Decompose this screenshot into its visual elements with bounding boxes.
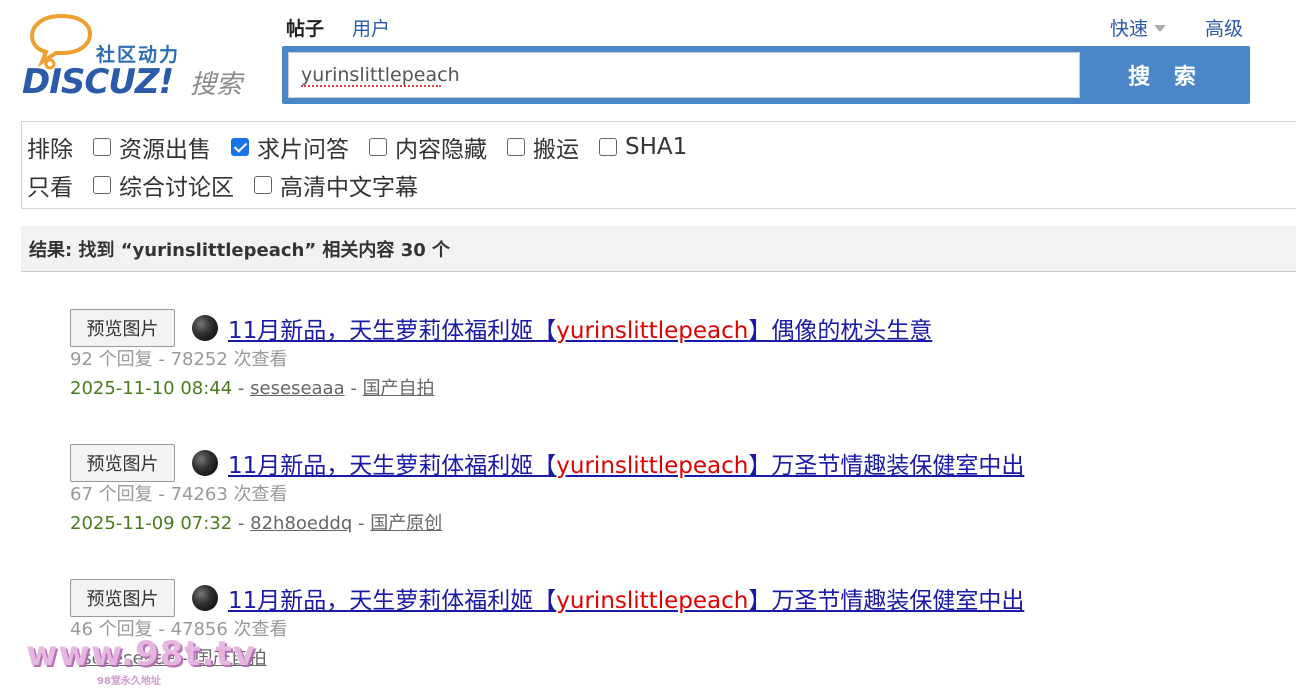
exclude-option-sha1[interactable]: SHA1 xyxy=(599,134,687,160)
title-text: 】万圣节情趣装保健室中出 xyxy=(748,453,1025,479)
keyword-highlight: yurinslittlepeach xyxy=(556,453,749,479)
chevron-down-icon xyxy=(1154,25,1167,32)
advanced-search-link[interactable]: 高级 xyxy=(1205,14,1243,41)
exclude-option-request-qa[interactable]: 求片问答 xyxy=(231,130,349,164)
quick-dropdown[interactable]: 快速 xyxy=(1110,14,1167,41)
tab-posts[interactable]: 帖子 xyxy=(286,14,324,41)
forum-link[interactable]: 国产原创 xyxy=(370,513,442,534)
checkbox[interactable] xyxy=(507,138,525,156)
result-meta: 2025-11-09 07:32 - 82h8oeddq - 国产原创 xyxy=(70,509,442,535)
option-label: 高清中文字幕 xyxy=(280,175,418,201)
checkbox[interactable] xyxy=(93,176,111,194)
title-text: 】偶像的枕头生意 xyxy=(748,318,933,344)
header: 社区动力 DISCUZ! 搜索 帖子 用户 快速 高级 搜 索 xyxy=(0,0,1296,112)
separator: - xyxy=(232,378,251,399)
only-option-general-discussion[interactable]: 综合讨论区 xyxy=(93,168,234,202)
option-label: 搬运 xyxy=(533,137,579,163)
result-title[interactable]: 11月新品，天生萝莉体福利姬【yurinslittlepeach】偶像的枕头生意 xyxy=(192,311,932,345)
only-label: 只看 xyxy=(27,175,73,201)
search-box: 搜 索 xyxy=(282,46,1250,104)
title-text: 11月新品，天生萝莉体福利姬【 xyxy=(228,318,557,344)
checkbox[interactable] xyxy=(369,138,387,156)
result-title-link[interactable]: 11月新品，天生萝莉体福利姬【yurinslittlepeach】偶像的枕头生意 xyxy=(228,311,932,345)
option-label: 内容隐藏 xyxy=(395,137,487,163)
title-text: 】万圣节情趣装保健室中出 xyxy=(748,588,1025,614)
author-link[interactable]: seseseaaa xyxy=(250,378,344,399)
exclude-option-repost[interactable]: 搬运 xyxy=(507,130,579,164)
result-title-link[interactable]: 11月新品，天生萝莉体福利姬【yurinslittlepeach】万圣节情趣装保… xyxy=(228,581,1024,615)
result-meta: 2025-11-10 08:44 - seseseaaa - 国产自拍 xyxy=(70,374,435,400)
checkbox[interactable] xyxy=(599,138,617,156)
post-date: 2025-11-09 07:32 xyxy=(70,513,233,534)
checkbox-checked[interactable] xyxy=(231,138,249,156)
result-stats: 67 个回复 - 74263 次查看 xyxy=(70,484,288,505)
option-label: 求片问答 xyxy=(257,137,349,163)
site-watermark: www.98t.tv xyxy=(26,634,256,674)
tab-users[interactable]: 用户 xyxy=(352,14,390,41)
keyword-highlight: yurinslittlepeach xyxy=(556,318,749,344)
search-button[interactable]: 搜 索 xyxy=(1085,49,1247,101)
filter-panel: 排除 资源出售 求片问答 内容隐藏 搬运 SHA1 只看 综合讨论区 高清中文字… xyxy=(21,121,1296,209)
search-input[interactable] xyxy=(288,52,1080,98)
thread-ball-icon xyxy=(192,450,218,476)
preview-image-button[interactable]: 预览图片 xyxy=(70,309,175,347)
logo-brand: DISCUZ! xyxy=(22,62,174,102)
preview-image-button[interactable]: 预览图片 xyxy=(70,444,175,482)
only-row: 只看 综合讨论区 高清中文字幕 xyxy=(27,166,1296,204)
option-label: SHA1 xyxy=(625,134,688,160)
thread-ball-icon xyxy=(192,585,218,611)
checkbox[interactable] xyxy=(93,138,111,156)
result-title[interactable]: 11月新品，天生萝莉体福利姬【yurinslittlepeach】万圣节情趣装保… xyxy=(192,581,1024,615)
separator: - xyxy=(352,513,371,534)
result-title[interactable]: 11月新品，天生萝莉体福利姬【yurinslittlepeach】万圣节情趣装保… xyxy=(192,446,1024,480)
option-label: 综合讨论区 xyxy=(119,175,234,201)
exclude-option-hidden-content[interactable]: 内容隐藏 xyxy=(369,130,487,164)
site-watermark-subtitle: 98堂永久地址 xyxy=(97,676,161,687)
exclude-option-resource-sale[interactable]: 资源出售 xyxy=(93,130,211,164)
search-type-tabs: 帖子 用户 xyxy=(286,14,390,41)
separator: - xyxy=(344,378,363,399)
list-item: 预览图片 11月新品，天生萝莉体福利姬【yurinslittlepeach】偶像… xyxy=(70,309,1270,419)
forum-link[interactable]: 国产自拍 xyxy=(363,378,435,399)
author-link[interactable]: 82h8oeddq xyxy=(250,513,352,534)
exclude-row: 排除 资源出售 求片问答 内容隐藏 搬运 SHA1 xyxy=(27,128,1296,166)
option-label: 资源出售 xyxy=(119,137,211,163)
checkbox[interactable] xyxy=(254,176,272,194)
result-stats: 92 个回复 - 78252 次查看 xyxy=(70,349,288,370)
result-summary: 结果: 找到 “yurinslittlepeach” 相关内容 30 个 xyxy=(29,240,451,261)
list-item: 预览图片 11月新品，天生萝莉体福利姬【yurinslittlepeach】万圣… xyxy=(70,444,1270,554)
logo-search-text: 搜索 xyxy=(190,70,243,100)
preview-image-button[interactable]: 预览图片 xyxy=(70,579,175,617)
post-date: 2025-11-10 08:44 xyxy=(70,378,233,399)
only-option-hd-chinese-subs[interactable]: 高清中文字幕 xyxy=(254,168,418,202)
title-text: 11月新品，天生萝莉体福利姬【 xyxy=(228,588,557,614)
discuz-logo[interactable]: 社区动力 DISCUZ! 搜索 xyxy=(22,12,252,102)
result-summary-bar: 结果: 找到 “yurinslittlepeach” 相关内容 30 个 xyxy=(21,226,1296,272)
result-title-link[interactable]: 11月新品，天生萝莉体福利姬【yurinslittlepeach】万圣节情趣装保… xyxy=(228,446,1024,480)
title-text: 11月新品，天生萝莉体福利姬【 xyxy=(228,453,557,479)
keyword-highlight: yurinslittlepeach xyxy=(556,588,749,614)
quick-label: 快速 xyxy=(1110,18,1149,40)
thread-ball-icon xyxy=(192,315,218,341)
exclude-label: 排除 xyxy=(27,137,73,163)
separator: - xyxy=(232,513,251,534)
